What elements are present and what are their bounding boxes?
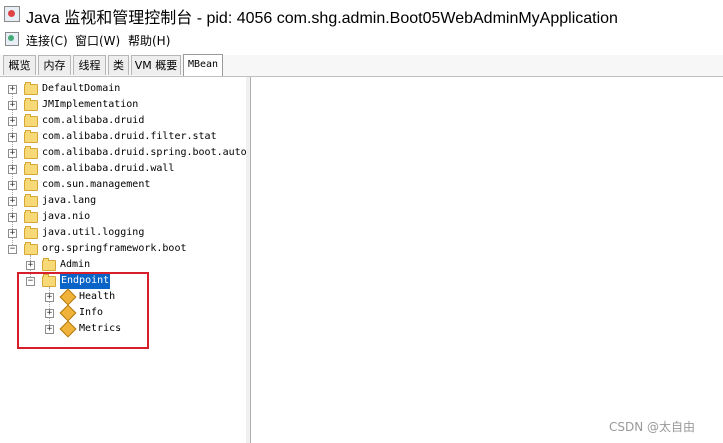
tree-node[interactable]: + java.nio xyxy=(0,209,246,225)
tree-node-label: com.alibaba.druid.spring.boot.auto xyxy=(42,147,246,158)
menu-window[interactable]: 窗口(W) xyxy=(75,32,120,49)
tree-node[interactable]: − org.springframework.boot xyxy=(0,241,246,257)
collapse-icon[interactable]: − xyxy=(8,245,17,254)
tab-overview[interactable]: 概览 xyxy=(3,55,36,75)
expand-icon[interactable]: + xyxy=(8,117,17,126)
tree-node[interactable]: + Admin xyxy=(0,257,246,273)
folder-icon xyxy=(24,226,38,239)
console-icon xyxy=(5,32,19,46)
folder-icon xyxy=(24,162,38,175)
tab-mbean[interactable]: MBean xyxy=(183,54,223,76)
folder-icon xyxy=(24,178,38,191)
folder-icon xyxy=(24,130,38,143)
expand-icon[interactable]: + xyxy=(8,101,17,110)
tab-threads[interactable]: 线程 xyxy=(73,55,106,75)
expand-icon[interactable]: + xyxy=(8,213,17,222)
tab-memory[interactable]: 内存 xyxy=(38,55,71,75)
tree-node-label: DefaultDomain xyxy=(42,83,121,94)
tree-node-label: com.alibaba.druid.filter.stat xyxy=(42,131,217,142)
tree-node[interactable]: + com.alibaba.druid xyxy=(0,113,246,129)
folder-open-icon xyxy=(24,242,38,255)
expand-icon[interactable]: + xyxy=(8,85,17,94)
expand-icon[interactable]: + xyxy=(8,229,17,238)
expand-icon[interactable]: + xyxy=(26,261,35,270)
expand-icon[interactable]: + xyxy=(8,165,17,174)
tree-node-label: com.alibaba.druid xyxy=(42,115,145,126)
watermark: CSDN @太自由 xyxy=(609,420,696,434)
expand-icon[interactable]: + xyxy=(8,149,17,158)
tree-node[interactable]: + com.sun.management xyxy=(0,177,246,193)
folder-icon xyxy=(24,194,38,207)
tree-node-label: java.util.logging xyxy=(42,227,145,238)
tree-node[interactable]: + JMImplementation xyxy=(0,97,246,113)
expand-icon[interactable]: + xyxy=(8,197,17,206)
tree-node-label: com.alibaba.druid.wall xyxy=(42,163,175,174)
menu-help[interactable]: 帮助(H) xyxy=(128,32,170,49)
tree-node-label: java.nio xyxy=(42,211,91,222)
folder-icon xyxy=(24,210,38,223)
java-app-icon xyxy=(4,6,20,22)
tree-node-label: JMImplementation xyxy=(42,99,139,110)
highlight-box xyxy=(17,272,149,349)
expand-icon[interactable]: + xyxy=(8,133,17,142)
folder-icon xyxy=(24,82,38,95)
tree-node[interactable]: + java.util.logging xyxy=(0,225,246,241)
folder-icon xyxy=(24,146,38,159)
folder-icon xyxy=(24,98,38,111)
tree-node[interactable]: + com.alibaba.druid.wall xyxy=(0,161,246,177)
folder-icon xyxy=(42,258,56,271)
tree-node-label: java.lang xyxy=(42,195,97,206)
expand-icon[interactable]: + xyxy=(8,181,17,190)
tab-classes[interactable]: 类 xyxy=(108,55,129,75)
tab-vm-summary[interactable]: VM 概要 xyxy=(131,55,181,75)
tree-node[interactable]: + com.alibaba.druid.spring.boot.auto xyxy=(0,145,246,161)
tree-node-label: Admin xyxy=(60,259,91,270)
menu-connect[interactable]: 连接(C) xyxy=(26,32,68,49)
folder-icon xyxy=(24,114,38,127)
title-bar: Java 监视和管理控制台 - pid: 4056 com.shg.admin.… xyxy=(0,0,723,30)
tree-node-label: org.springframework.boot xyxy=(42,243,187,254)
tree-node[interactable]: + DefaultDomain xyxy=(0,81,246,97)
tree-node[interactable]: + java.lang xyxy=(0,193,246,209)
mbean-detail-panel xyxy=(251,77,723,443)
tree-node[interactable]: + com.alibaba.druid.filter.stat xyxy=(0,129,246,145)
tree-node-label: com.sun.management xyxy=(42,179,151,190)
window-title: Java 监视和管理控制台 - pid: 4056 com.shg.admin.… xyxy=(26,10,618,27)
